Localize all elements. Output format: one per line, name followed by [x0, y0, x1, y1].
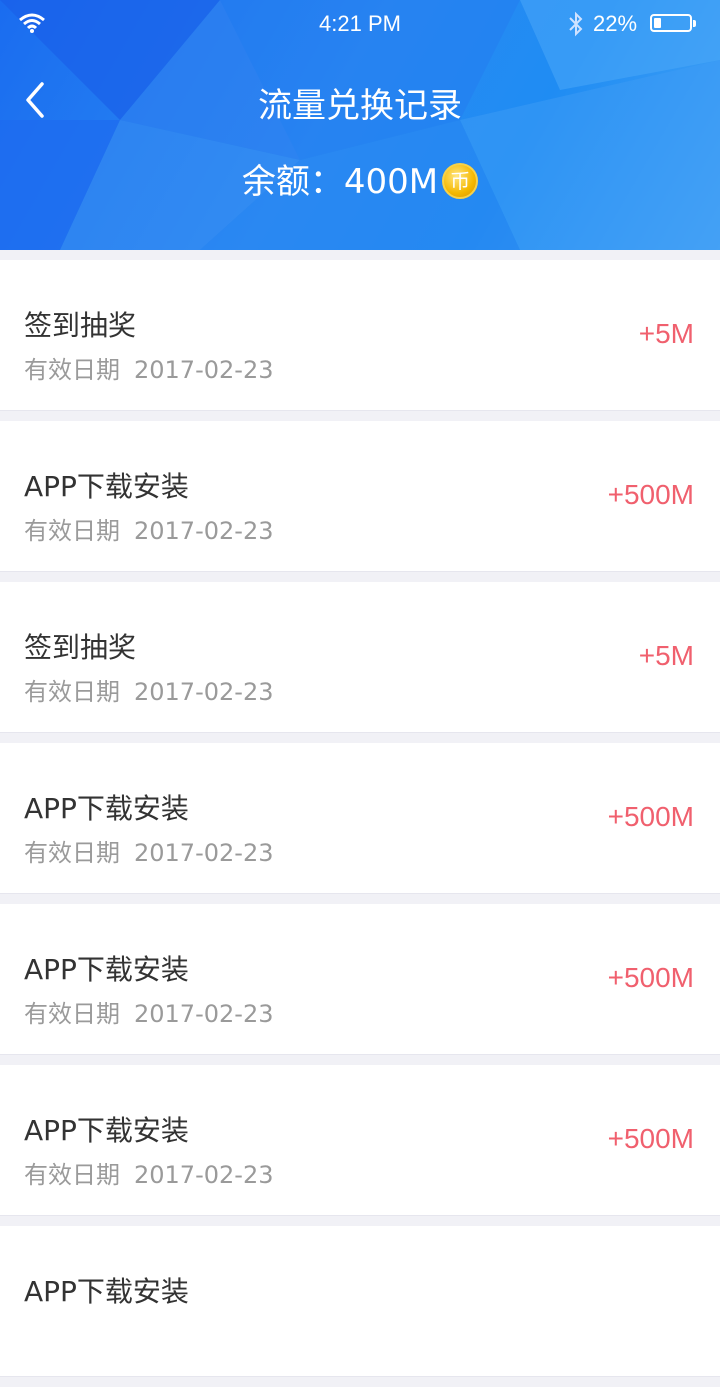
record-date-value: 2017-02-23 [134, 678, 274, 706]
record-amount: +5M [638, 318, 694, 349]
record-date: 有效日期 2017-02-23 [24, 1155, 273, 1190]
record-date: 有效日期 2017-02-23 [24, 511, 273, 546]
record-date-label: 有效日期 [24, 678, 120, 706]
record-date-value: 2017-02-23 [134, 1161, 274, 1189]
record-amount: +5M [638, 640, 694, 671]
status-bar: 4:21 PM 22% [0, 0, 720, 48]
page-title: 流量兑换记录 [258, 86, 462, 126]
record-date-label: 有效日期 [24, 517, 120, 545]
record-item: 签到抽奖有效日期 2017-02-23 +5M [0, 582, 720, 733]
record-date-label: 有效日期 [24, 1000, 120, 1028]
record-item: APP下载安装有效日期 2017-02-23 +500M [0, 1065, 720, 1216]
record-date: 有效日期 2017-02-23 [24, 672, 273, 707]
record-amount: +500M [607, 1123, 694, 1154]
bluetooth-icon [569, 11, 583, 37]
coin-icon: 币 [442, 162, 479, 199]
record-name: APP下载安装 [24, 953, 189, 986]
record-name: 签到抽奖 [24, 309, 137, 342]
record-date-label: 有效日期 [24, 356, 120, 384]
record-date: 有效日期 2017-02-23 [24, 350, 273, 385]
record-date-value: 2017-02-23 [134, 839, 274, 867]
record-name: APP下载安装 [24, 470, 189, 503]
record-date-label: 有效日期 [24, 839, 120, 867]
record-date-value: 2017-02-23 [134, 356, 274, 384]
record-item: APP下载安装有效日期 2017-02-23 +500M [0, 743, 720, 894]
record-date-value: 2017-02-23 [134, 517, 274, 545]
battery-percent: 22% [593, 11, 638, 36]
battery-fill [654, 18, 661, 28]
record-item: 签到抽奖有效日期 2017-02-23 +5M [0, 260, 720, 411]
record-date-value: 2017-02-23 [134, 1000, 274, 1028]
record-amount: +500M [607, 962, 694, 993]
record-name: 签到抽奖 [24, 631, 137, 664]
record-date-label: 有效日期 [24, 1161, 120, 1189]
record-item: APP下载安装有效日期 2017-02-23 +500M [0, 904, 720, 1055]
record-amount: +500M [607, 479, 694, 510]
record-name: APP下载安装 [24, 1114, 189, 1147]
record-name: APP下载安装 [24, 1275, 189, 1308]
balance-text: 余额：400M [241, 162, 439, 202]
record-amount: +500M [607, 801, 694, 832]
record-date [24, 1316, 38, 1344]
header: 4:21 PM 22% 流量兑换记录 余额：400M 币 [0, 0, 720, 250]
record-date: 有效日期 2017-02-23 [24, 994, 273, 1029]
battery-icon [650, 14, 696, 32]
record-item: APP下载安装有效日期 2017-02-23 +500M [0, 421, 720, 572]
record-name: APP下载安装 [24, 792, 189, 825]
record-date: 有效日期 2017-02-23 [24, 833, 273, 868]
record-item: APP下载安装 [0, 1226, 720, 1377]
record-list: 签到抽奖 有效日期 2017-02-23 +5M APP下载安装 有效日期 2017-02-… [0, 260, 720, 1387]
balance: 余额：400M 币 [0, 154, 720, 203]
